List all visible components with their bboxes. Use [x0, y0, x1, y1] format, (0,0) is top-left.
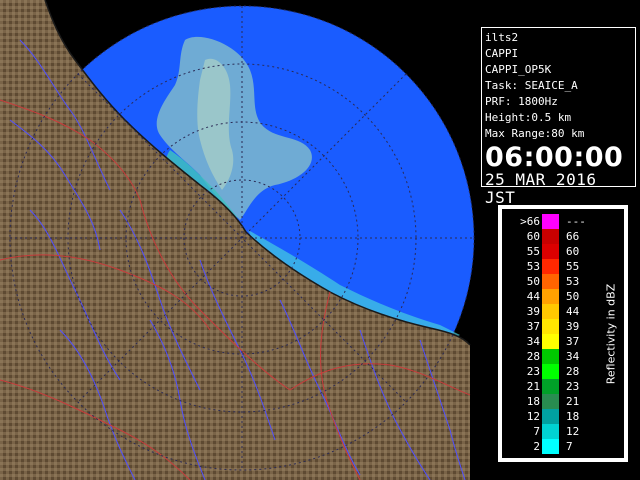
legend-color-swatch — [542, 319, 559, 334]
legend-high-value: 39 — [566, 320, 580, 333]
product-id: CAPPI_OP5K — [485, 63, 552, 76]
reflectivity-legend: >66 --- 60 66 55 60 53 55 50 53 44 50 39 44 37 39 34 37 28… — [498, 205, 628, 462]
legend-low-value: 60 — [526, 230, 540, 243]
legend-high-value: 66 — [566, 230, 580, 243]
legend-color-swatch — [542, 439, 559, 454]
legend-low-value: 39 — [526, 305, 540, 318]
legend-color-swatch — [542, 409, 559, 424]
legend-color-swatch — [542, 334, 559, 349]
legend-color-swatch — [542, 424, 559, 439]
legend-low-value: 2 — [533, 440, 540, 453]
site-name: ilts2 — [485, 31, 519, 44]
legend-high-value: 55 — [566, 260, 580, 273]
legend-body: >66 --- 60 66 55 60 53 55 50 53 44 50 39 44 37 39 34 37 28… — [502, 209, 624, 458]
legend-high-value: 7 — [566, 440, 573, 453]
legend-color-swatch — [542, 229, 559, 244]
task-label: Task: SEAICE_A — [485, 79, 578, 92]
legend-low-value: 34 — [526, 335, 540, 348]
prf-label: PRF: 1800Hz — [485, 95, 558, 108]
legend-color-swatch — [542, 274, 559, 289]
legend-low-value: 21 — [526, 380, 540, 393]
legend-color-swatch — [542, 379, 559, 394]
legend-high-value: 21 — [566, 395, 580, 408]
legend-high-value: 34 — [566, 350, 580, 363]
legend-high-value: --- — [566, 215, 586, 228]
legend-color-swatch — [542, 244, 559, 259]
legend-color-swatch — [542, 349, 559, 364]
legend-title: Reflectivity in dBZ — [598, 209, 624, 458]
legend-high-value: 50 — [566, 290, 580, 303]
legend-color-swatch — [542, 214, 559, 229]
legend-low-value: 12 — [526, 410, 540, 423]
legend-title-text: Reflectivity in dBZ — [604, 283, 618, 384]
legend-color-swatch — [542, 304, 559, 319]
height-label: Height:0.5 km — [485, 111, 572, 124]
legend-low-value: 7 — [533, 425, 540, 438]
legend-color-swatch — [542, 394, 559, 409]
legend-low-value: 50 — [526, 275, 540, 288]
legend-low-value: 28 — [526, 350, 540, 363]
product-name: CAPPI — [485, 47, 519, 60]
legend-low-value: 55 — [526, 245, 540, 258]
observation-time: 06:00:00 — [485, 142, 624, 173]
legend-high-value: 18 — [566, 410, 580, 423]
radar-display: ilts2 CAPPI CAPPI_OP5K Task: SEAICE_A PR… — [0, 0, 640, 480]
legend-high-value: 28 — [566, 365, 580, 378]
legend-color-swatch — [542, 364, 559, 379]
legend-low-value: 18 — [526, 395, 540, 408]
legend-low-value: 53 — [526, 260, 540, 273]
legend-high-value: 37 — [566, 335, 580, 348]
legend-color-swatch — [542, 289, 559, 304]
legend-high-value: 60 — [566, 245, 580, 258]
legend-high-value: 23 — [566, 380, 580, 393]
info-panel: ilts2 CAPPI CAPPI_OP5K Task: SEAICE_A PR… — [481, 27, 636, 207]
legend-low-value: 37 — [526, 320, 540, 333]
legend-low-value: 44 — [526, 290, 540, 303]
legend-low-value: >66 — [520, 215, 540, 228]
legend-low-value: 23 — [526, 365, 540, 378]
legend-high-value: 53 — [566, 275, 580, 288]
legend-high-value: 44 — [566, 305, 580, 318]
legend-color-swatch — [542, 259, 559, 274]
max-range-label: Max Range:80 km — [485, 127, 585, 140]
legend-high-value: 12 — [566, 425, 580, 438]
observation-date: 25 MAR 2016 JST — [485, 170, 597, 207]
